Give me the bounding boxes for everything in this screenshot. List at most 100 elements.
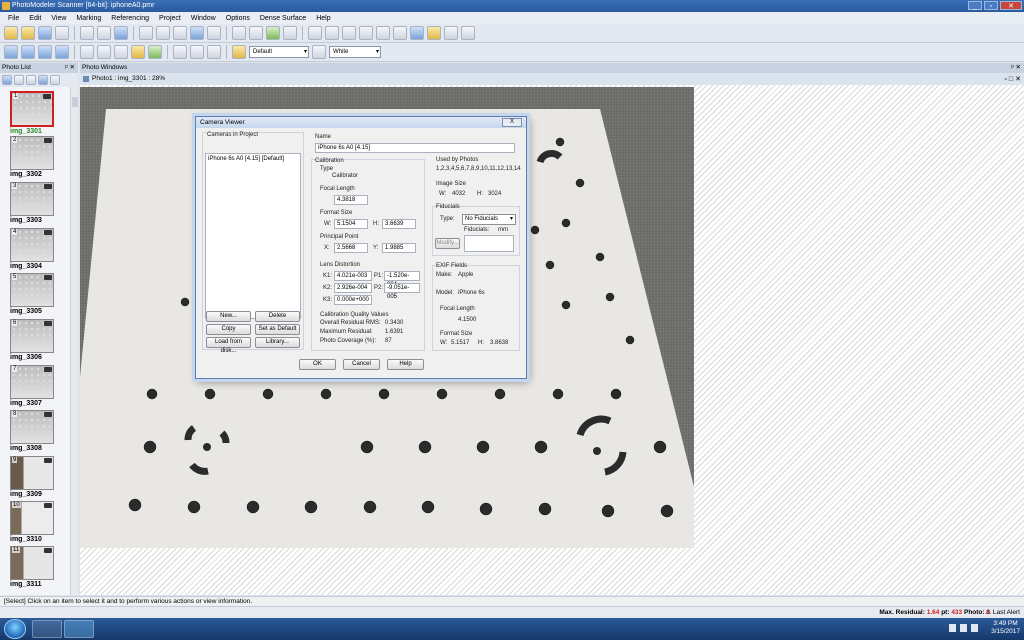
select-icon[interactable]	[80, 26, 94, 40]
help-button[interactable]: Help	[387, 359, 424, 370]
menu-window[interactable]: Window	[191, 15, 216, 22]
menu-file[interactable]: File	[8, 15, 19, 22]
scrollbar-thumb[interactable]	[72, 97, 78, 107]
modify-fiducials-button[interactable]: Modify...	[435, 238, 460, 249]
color-select[interactable]: White ▾	[329, 46, 381, 58]
open-photo-icon[interactable]	[38, 75, 48, 85]
photo-thumb-item[interactable]: 2 img_3302	[10, 136, 58, 178]
cancel-button[interactable]: Cancel	[343, 359, 380, 370]
curve-icon[interactable]	[173, 26, 187, 40]
fiducial-type-select[interactable]: No Fiducials ▾	[462, 214, 516, 225]
layout-icon[interactable]	[80, 45, 94, 59]
tools-icon[interactable]	[283, 26, 297, 40]
minimize-button[interactable]: _	[968, 1, 982, 10]
save-icon[interactable]	[38, 26, 52, 40]
menu-dense-surface[interactable]: Dense Surface	[260, 15, 306, 22]
pin-icon[interactable]: ᵖ ✕	[65, 63, 75, 73]
surface-icon[interactable]	[190, 26, 204, 40]
photo-thumb-item[interactable]: 8 img_3308	[10, 410, 58, 452]
camera-list-item[interactable]: iPhone 6s A0 [4.15] [Default]	[206, 154, 300, 164]
menu-options[interactable]: Options	[226, 15, 250, 22]
photo-thumb-item[interactable]: 6 img_3306	[10, 319, 58, 361]
menu-help[interactable]: Help	[316, 15, 330, 22]
cameras-icon[interactable]	[393, 26, 407, 40]
close-button[interactable]: ✕	[1000, 1, 1022, 10]
principal-point-y-field[interactable]: 1.9885	[382, 243, 416, 253]
k1-field[interactable]: 4.021e-003	[334, 271, 372, 281]
grid-icon[interactable]	[342, 26, 356, 40]
menu-project[interactable]: Project	[159, 15, 181, 22]
photo-thumb-item[interactable]: 1 img_3301	[10, 91, 58, 135]
view-two-icon[interactable]	[21, 45, 35, 59]
k3-field[interactable]: 0.000e+000	[334, 295, 372, 305]
photo-thumbnail[interactable]: 4	[10, 228, 54, 262]
explorer-taskbar-icon[interactable]	[32, 620, 62, 638]
table-view-icon[interactable]	[207, 45, 221, 59]
set-default-button[interactable]: Set as Default	[255, 324, 300, 335]
load-from-disk-button[interactable]: Load from disk...	[206, 337, 251, 354]
menu-view[interactable]: View	[51, 15, 66, 22]
open-icon[interactable]	[21, 26, 35, 40]
view-one-icon[interactable]	[4, 45, 18, 59]
process-icon[interactable]	[249, 26, 263, 40]
color-icon[interactable]	[312, 45, 326, 59]
measure-icon[interactable]	[308, 26, 322, 40]
photo-thumbnail[interactable]: 6	[10, 319, 54, 353]
photo-thumbnail[interactable]: 8	[10, 410, 54, 444]
undo-icon[interactable]	[55, 26, 69, 40]
photo-thumb-item[interactable]: 7 img_3307	[10, 365, 58, 407]
layers-icon[interactable]	[97, 45, 111, 59]
photo-icon[interactable]	[376, 26, 390, 40]
window-icon[interactable]	[114, 45, 128, 59]
delete-camera-button[interactable]: Delete	[255, 311, 300, 322]
sort-icon[interactable]	[50, 75, 60, 85]
photo-list-scrollbar[interactable]	[70, 87, 78, 595]
menu-referencing[interactable]: Referencing	[111, 15, 149, 22]
k2-field[interactable]: 2.926e-004	[334, 283, 372, 293]
network-icon[interactable]	[949, 624, 956, 632]
last-alert[interactable]: ⚠ Last Alert	[985, 607, 1020, 618]
ok-button[interactable]: OK	[299, 359, 336, 370]
photomodeler-taskbar-icon[interactable]	[64, 620, 94, 638]
display-select[interactable]: Default ▾	[249, 46, 309, 58]
photo-thumbnail[interactable]: 10	[10, 501, 54, 535]
format-width-field[interactable]: 5.1504	[334, 219, 368, 229]
photo-thumbnail[interactable]: 3	[10, 182, 54, 216]
volume-icon[interactable]	[971, 624, 978, 632]
new-project-icon[interactable]	[4, 26, 18, 40]
view-four-icon[interactable]	[55, 45, 69, 59]
photo-thumb-item[interactable]: 9 img_3309	[10, 456, 58, 498]
mark-point-icon[interactable]	[114, 26, 128, 40]
zoom-select-icon[interactable]	[97, 26, 111, 40]
focal-length-field[interactable]: 4.3818	[334, 195, 368, 205]
camera-list[interactable]: iPhone 6s A0 [4.15] [Default]	[205, 153, 301, 319]
3d-view-icon[interactable]	[410, 26, 424, 40]
photo-thumbnail[interactable]: 9	[10, 456, 54, 490]
run-icon[interactable]	[266, 26, 280, 40]
new-camera-button[interactable]: New...	[206, 311, 251, 322]
photo-thumbnail[interactable]: 5	[10, 273, 54, 307]
edge-icon[interactable]	[207, 26, 221, 40]
zoom-icon[interactable]	[173, 45, 187, 59]
refresh-icon[interactable]	[148, 45, 162, 59]
thumb-view-icon[interactable]	[26, 75, 36, 85]
pencil-icon[interactable]	[359, 26, 373, 40]
photo-thumbnail[interactable]: 2	[10, 136, 54, 170]
view-three-icon[interactable]	[38, 45, 52, 59]
window-tile-icon[interactable]	[444, 26, 458, 40]
menu-edit[interactable]: Edit	[29, 15, 41, 22]
line-icon[interactable]	[156, 26, 170, 40]
add-photo-icon[interactable]	[2, 75, 12, 85]
cascade-icon[interactable]	[461, 26, 475, 40]
photo-thumbnail[interactable]: 7	[10, 365, 54, 399]
pin-icon[interactable]: ᵖ ✕	[1011, 63, 1021, 73]
flag-icon[interactable]	[960, 624, 967, 632]
photo-thumb-item[interactable]: 3 img_3303	[10, 182, 58, 224]
p2-field[interactable]: -9.051e-005	[384, 283, 420, 300]
format-height-field[interactable]: 3.6639	[382, 219, 416, 229]
list-view-icon[interactable]	[14, 75, 24, 85]
maximize-button[interactable]: ▫	[984, 1, 998, 10]
zoom-fit-icon[interactable]	[190, 45, 204, 59]
p1-field[interactable]: -1.520e-004	[384, 271, 420, 288]
photo-thumb-item[interactable]: 4 img_3304	[10, 228, 58, 270]
